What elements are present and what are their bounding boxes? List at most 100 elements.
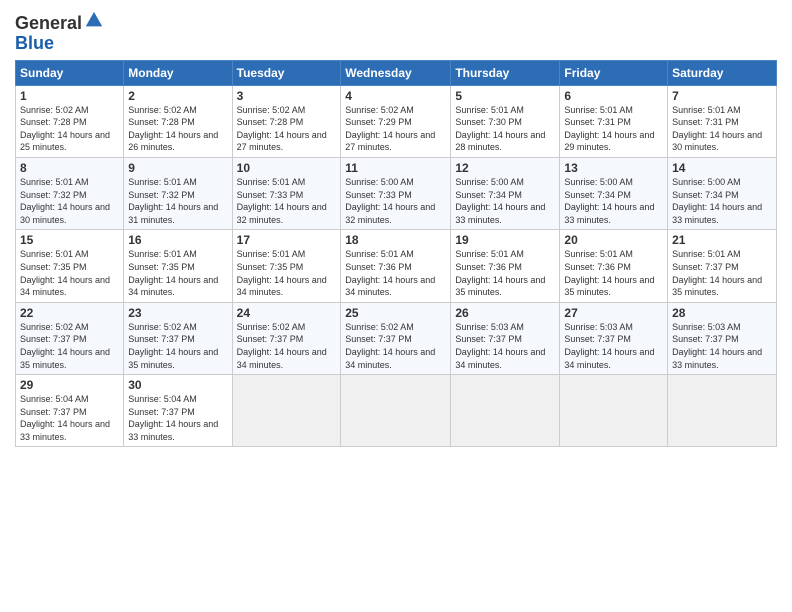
calendar-cell: 29 Sunrise: 5:04 AM Sunset: 7:37 PM Dayl…: [16, 375, 124, 447]
day-info: Sunrise: 5:02 AM Sunset: 7:37 PM Dayligh…: [128, 321, 227, 371]
calendar-cell: 22 Sunrise: 5:02 AM Sunset: 7:37 PM Dayl…: [16, 302, 124, 374]
calendar-cell: [668, 375, 777, 447]
day-number: 15: [20, 233, 119, 247]
calendar-cell: 17 Sunrise: 5:01 AM Sunset: 7:35 PM Dayl…: [232, 230, 341, 302]
day-info: Sunrise: 5:00 AM Sunset: 7:33 PM Dayligh…: [345, 176, 446, 226]
day-info: Sunrise: 5:02 AM Sunset: 7:37 PM Dayligh…: [20, 321, 119, 371]
day-info: Sunrise: 5:01 AM Sunset: 7:31 PM Dayligh…: [564, 104, 663, 154]
day-number: 10: [237, 161, 337, 175]
day-info: Sunrise: 5:01 AM Sunset: 7:36 PM Dayligh…: [345, 248, 446, 298]
day-number: 26: [455, 306, 555, 320]
day-info: Sunrise: 5:01 AM Sunset: 7:32 PM Dayligh…: [128, 176, 227, 226]
day-number: 21: [672, 233, 772, 247]
logo: General Blue: [15, 14, 104, 54]
day-info: Sunrise: 5:01 AM Sunset: 7:37 PM Dayligh…: [672, 248, 772, 298]
calendar-week-3: 15 Sunrise: 5:01 AM Sunset: 7:35 PM Dayl…: [16, 230, 777, 302]
calendar-cell: 14 Sunrise: 5:00 AM Sunset: 7:34 PM Dayl…: [668, 157, 777, 229]
day-number: 18: [345, 233, 446, 247]
day-number: 19: [455, 233, 555, 247]
calendar-cell: 13 Sunrise: 5:00 AM Sunset: 7:34 PM Dayl…: [560, 157, 668, 229]
col-saturday: Saturday: [668, 60, 777, 85]
calendar-cell: 20 Sunrise: 5:01 AM Sunset: 7:36 PM Dayl…: [560, 230, 668, 302]
calendar-cell: 19 Sunrise: 5:01 AM Sunset: 7:36 PM Dayl…: [451, 230, 560, 302]
day-number: 6: [564, 89, 663, 103]
calendar-cell: 26 Sunrise: 5:03 AM Sunset: 7:37 PM Dayl…: [451, 302, 560, 374]
calendar-cell: 6 Sunrise: 5:01 AM Sunset: 7:31 PM Dayli…: [560, 85, 668, 157]
day-info: Sunrise: 5:01 AM Sunset: 7:36 PM Dayligh…: [455, 248, 555, 298]
calendar-cell: 4 Sunrise: 5:02 AM Sunset: 7:29 PM Dayli…: [341, 85, 451, 157]
calendar-cell: 27 Sunrise: 5:03 AM Sunset: 7:37 PM Dayl…: [560, 302, 668, 374]
logo-general: General: [15, 14, 82, 34]
day-info: Sunrise: 5:03 AM Sunset: 7:37 PM Dayligh…: [455, 321, 555, 371]
day-number: 24: [237, 306, 337, 320]
day-info: Sunrise: 5:04 AM Sunset: 7:37 PM Dayligh…: [128, 393, 227, 443]
day-info: Sunrise: 5:03 AM Sunset: 7:37 PM Dayligh…: [564, 321, 663, 371]
calendar-cell: 9 Sunrise: 5:01 AM Sunset: 7:32 PM Dayli…: [124, 157, 232, 229]
calendar-cell: 15 Sunrise: 5:01 AM Sunset: 7:35 PM Dayl…: [16, 230, 124, 302]
calendar-cell: [451, 375, 560, 447]
calendar-week-2: 8 Sunrise: 5:01 AM Sunset: 7:32 PM Dayli…: [16, 157, 777, 229]
calendar-cell: 3 Sunrise: 5:02 AM Sunset: 7:28 PM Dayli…: [232, 85, 341, 157]
day-number: 27: [564, 306, 663, 320]
calendar-cell: 2 Sunrise: 5:02 AM Sunset: 7:28 PM Dayli…: [124, 85, 232, 157]
day-number: 29: [20, 378, 119, 392]
day-info: Sunrise: 5:01 AM Sunset: 7:35 PM Dayligh…: [20, 248, 119, 298]
calendar-cell: 10 Sunrise: 5:01 AM Sunset: 7:33 PM Dayl…: [232, 157, 341, 229]
col-thursday: Thursday: [451, 60, 560, 85]
logo-blue: Blue: [15, 34, 104, 54]
day-number: 12: [455, 161, 555, 175]
calendar-cell: 8 Sunrise: 5:01 AM Sunset: 7:32 PM Dayli…: [16, 157, 124, 229]
day-number: 28: [672, 306, 772, 320]
logo-icon: [84, 10, 104, 30]
calendar-week-4: 22 Sunrise: 5:02 AM Sunset: 7:37 PM Dayl…: [16, 302, 777, 374]
col-friday: Friday: [560, 60, 668, 85]
calendar-cell: 30 Sunrise: 5:04 AM Sunset: 7:37 PM Dayl…: [124, 375, 232, 447]
day-info: Sunrise: 5:02 AM Sunset: 7:37 PM Dayligh…: [237, 321, 337, 371]
header-row: Sunday Monday Tuesday Wednesday Thursday…: [16, 60, 777, 85]
day-info: Sunrise: 5:01 AM Sunset: 7:33 PM Dayligh…: [237, 176, 337, 226]
day-info: Sunrise: 5:04 AM Sunset: 7:37 PM Dayligh…: [20, 393, 119, 443]
calendar-cell: 16 Sunrise: 5:01 AM Sunset: 7:35 PM Dayl…: [124, 230, 232, 302]
day-info: Sunrise: 5:02 AM Sunset: 7:28 PM Dayligh…: [237, 104, 337, 154]
calendar-cell: [341, 375, 451, 447]
calendar-cell: 12 Sunrise: 5:00 AM Sunset: 7:34 PM Dayl…: [451, 157, 560, 229]
calendar-cell: 7 Sunrise: 5:01 AM Sunset: 7:31 PM Dayli…: [668, 85, 777, 157]
calendar-table: Sunday Monday Tuesday Wednesday Thursday…: [15, 60, 777, 448]
calendar-cell: [232, 375, 341, 447]
day-info: Sunrise: 5:00 AM Sunset: 7:34 PM Dayligh…: [672, 176, 772, 226]
day-info: Sunrise: 5:02 AM Sunset: 7:29 PM Dayligh…: [345, 104, 446, 154]
day-number: 17: [237, 233, 337, 247]
day-number: 13: [564, 161, 663, 175]
day-info: Sunrise: 5:01 AM Sunset: 7:32 PM Dayligh…: [20, 176, 119, 226]
day-info: Sunrise: 5:01 AM Sunset: 7:31 PM Dayligh…: [672, 104, 772, 154]
calendar-cell: 25 Sunrise: 5:02 AM Sunset: 7:37 PM Dayl…: [341, 302, 451, 374]
calendar-cell: 18 Sunrise: 5:01 AM Sunset: 7:36 PM Dayl…: [341, 230, 451, 302]
calendar-cell: 24 Sunrise: 5:02 AM Sunset: 7:37 PM Dayl…: [232, 302, 341, 374]
day-info: Sunrise: 5:00 AM Sunset: 7:34 PM Dayligh…: [455, 176, 555, 226]
day-info: Sunrise: 5:02 AM Sunset: 7:28 PM Dayligh…: [128, 104, 227, 154]
day-number: 30: [128, 378, 227, 392]
calendar-cell: 21 Sunrise: 5:01 AM Sunset: 7:37 PM Dayl…: [668, 230, 777, 302]
calendar-cell: 1 Sunrise: 5:02 AM Sunset: 7:28 PM Dayli…: [16, 85, 124, 157]
col-tuesday: Tuesday: [232, 60, 341, 85]
day-info: Sunrise: 5:01 AM Sunset: 7:30 PM Dayligh…: [455, 104, 555, 154]
col-sunday: Sunday: [16, 60, 124, 85]
day-number: 22: [20, 306, 119, 320]
calendar-cell: 23 Sunrise: 5:02 AM Sunset: 7:37 PM Dayl…: [124, 302, 232, 374]
day-number: 11: [345, 161, 446, 175]
day-number: 8: [20, 161, 119, 175]
calendar-week-5: 29 Sunrise: 5:04 AM Sunset: 7:37 PM Dayl…: [16, 375, 777, 447]
day-number: 1: [20, 89, 119, 103]
calendar-cell: 5 Sunrise: 5:01 AM Sunset: 7:30 PM Dayli…: [451, 85, 560, 157]
day-info: Sunrise: 5:00 AM Sunset: 7:34 PM Dayligh…: [564, 176, 663, 226]
day-number: 16: [128, 233, 227, 247]
day-number: 14: [672, 161, 772, 175]
day-number: 25: [345, 306, 446, 320]
day-number: 23: [128, 306, 227, 320]
day-number: 4: [345, 89, 446, 103]
day-info: Sunrise: 5:02 AM Sunset: 7:28 PM Dayligh…: [20, 104, 119, 154]
calendar-cell: 28 Sunrise: 5:03 AM Sunset: 7:37 PM Dayl…: [668, 302, 777, 374]
page: General Blue Sunday Monday Tuesday Wedne…: [0, 0, 792, 612]
day-number: 3: [237, 89, 337, 103]
day-number: 20: [564, 233, 663, 247]
